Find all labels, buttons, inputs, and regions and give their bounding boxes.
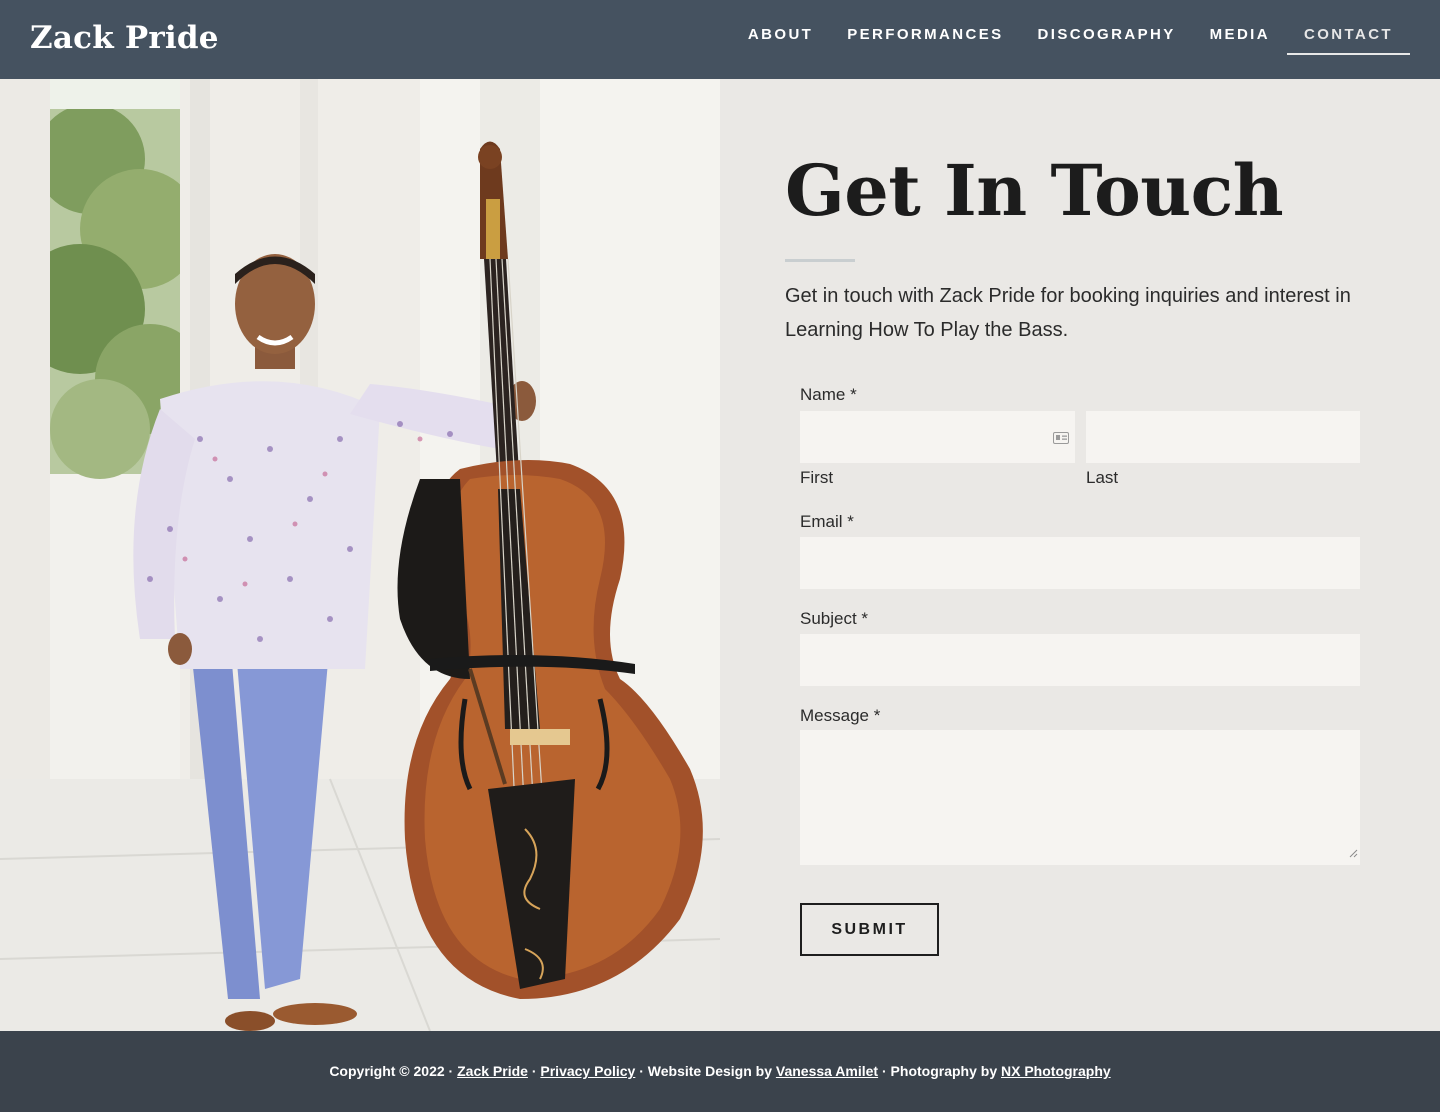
privacy-policy-link[interactable]: Privacy Policy <box>540 1063 635 1079</box>
intro-text: Get in touch with Zack Pride for booking… <box>785 285 1351 341</box>
contact-section: Get In Touch Get in touch with Zack Prid… <box>720 79 1440 1031</box>
main-nav: ABOUT PERFORMANCES DISCOGRAPHY MEDIA CON… <box>731 0 1411 79</box>
subject-label: Subject * <box>800 609 869 628</box>
nav-item-media[interactable]: MEDIA <box>1193 0 1287 55</box>
message-textarea[interactable] <box>800 730 1360 865</box>
musician-with-bass-illustration <box>0 79 720 1031</box>
photo-credit-text: · Photography by <box>878 1063 1001 1079</box>
site-title-link[interactable]: Zack Pride <box>30 20 219 56</box>
nav-item-discography[interactable]: DISCOGRAPHY <box>1021 0 1193 55</box>
copyright-text: Copyright © 2022 · <box>329 1063 458 1079</box>
last-name-sublabel: Last <box>1086 468 1119 487</box>
first-name-sublabel: First <box>800 468 834 487</box>
designer-link[interactable]: Vanessa Amilet <box>776 1063 878 1079</box>
design-credit-text: · Website Design by <box>635 1063 776 1079</box>
nav-item-performances[interactable]: PERFORMANCES <box>830 0 1020 55</box>
nav-item-about[interactable]: ABOUT <box>731 0 830 55</box>
subject-field[interactable] <box>800 634 1360 686</box>
contact-card-icon <box>1053 431 1069 449</box>
photographer-link[interactable]: NX Photography <box>1001 1063 1111 1079</box>
submit-button[interactable]: SUBMIT <box>800 903 939 956</box>
email-label: Email * <box>800 512 854 531</box>
last-name-input[interactable] <box>1086 411 1360 463</box>
message-wrapper <box>800 730 1360 865</box>
site-footer: Copyright © 2022 · Zack Pride · Privacy … <box>0 1031 1440 1112</box>
first-name-wrapper <box>800 411 1075 463</box>
footer-separator: · <box>527 1063 541 1079</box>
first-name-input[interactable] <box>800 411 1075 463</box>
name-label: Name * <box>800 385 857 404</box>
heading-divider <box>785 259 855 262</box>
resize-handle-icon[interactable] <box>1349 845 1358 863</box>
footer-site-link[interactable]: Zack Pride <box>457 1063 528 1079</box>
nav-item-contact[interactable]: CONTACT <box>1286 0 1411 55</box>
footer-credits: Copyright © 2022 · Zack Pride · Privacy … <box>0 1063 1440 1079</box>
message-label: Message * <box>800 706 881 725</box>
musician-photo <box>0 79 720 1031</box>
email-field[interactable] <box>800 537 1360 589</box>
page-title: Get In Touch <box>785 149 1284 232</box>
site-header: Zack Pride ABOUT PERFORMANCES DISCOGRAPH… <box>0 0 1440 79</box>
